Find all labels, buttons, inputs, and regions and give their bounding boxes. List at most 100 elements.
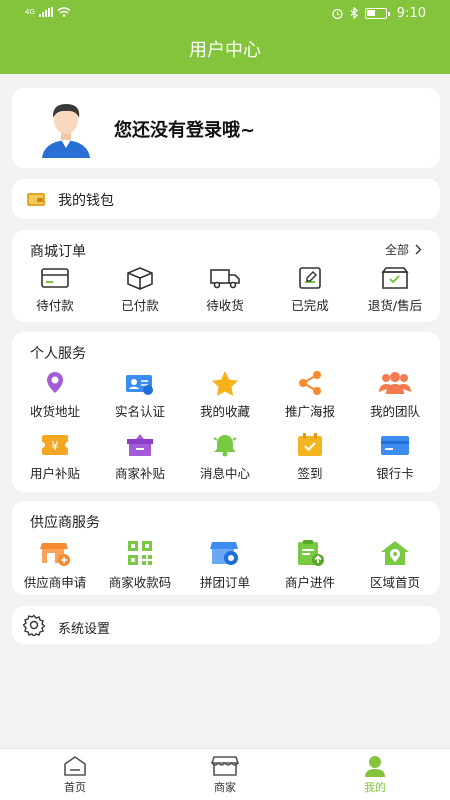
order-label: 待付款 (36, 298, 74, 313)
service-label: 我的团队 (369, 404, 420, 419)
service-checkin[interactable]: 签到 (267, 432, 353, 482)
wallet-icon (27, 193, 45, 206)
supplier-label: 供应商申请 (23, 575, 87, 590)
avatar (42, 104, 90, 158)
calendar-check-icon (298, 433, 322, 456)
services-title: 个人服务 (30, 346, 86, 362)
order-pending-payment[interactable]: 待付款 (12, 266, 98, 314)
battery-icon (364, 8, 390, 19)
order-to-receive[interactable]: 待收货 (182, 266, 268, 314)
wifi-icon (57, 7, 71, 17)
service-merchant-subsidy[interactable]: 商家补贴 (97, 432, 183, 482)
profile-card[interactable]: 您还没有登录哦~ (12, 88, 440, 168)
supplier-label: 商户进件 (284, 575, 335, 590)
tab-label: 商家 (214, 781, 236, 794)
chevron-right-icon (415, 244, 422, 255)
id-card-icon (126, 375, 153, 395)
order-label: 已付款 (121, 298, 159, 313)
edit-doc-icon (299, 267, 321, 289)
return-box-icon (381, 267, 409, 289)
bell-icon (213, 435, 237, 457)
user-icon (365, 756, 385, 777)
orders-card: 商城订单 全部 待付款 已付款 待收货 已完成 退货/售后 (12, 230, 440, 322)
orders-all-link[interactable]: 全部 (385, 241, 422, 258)
personal-services-card: 个人服务 收货地址 实名认证 我的收藏 推广海报 我的团队 ¥ 用户补贴 商家补… (12, 332, 440, 492)
service-favorites[interactable]: 我的收藏 (182, 370, 268, 420)
tab-home[interactable]: 首页 (35, 755, 115, 795)
supplier-payment-code[interactable]: 商家收款码 (97, 539, 183, 591)
wallet-label: 我的钱包 (58, 193, 114, 209)
order-label: 已完成 (291, 298, 329, 313)
supplier-label: 区域首页 (369, 575, 420, 590)
service-address[interactable]: 收货地址 (12, 370, 98, 420)
star-icon (212, 371, 238, 396)
shop-icon (211, 756, 239, 776)
supplier-region-home[interactable]: 区域首页 (352, 539, 438, 591)
truck-icon (210, 269, 240, 289)
bottom-tab-bar: 首页 商家 我的 (0, 748, 450, 800)
order-completed[interactable]: 已完成 (267, 266, 353, 314)
home-icon (64, 756, 86, 776)
tab-mine[interactable]: 我的 (335, 755, 415, 795)
page-title: 用户中心 (0, 28, 450, 74)
order-paid[interactable]: 已付款 (97, 266, 183, 314)
tab-label: 我的 (364, 781, 386, 794)
svg-text:¥: ¥ (51, 439, 59, 453)
order-label: 退货/售后 (367, 298, 423, 313)
alarm-icon (332, 8, 343, 20)
clock: 9:10 (396, 6, 426, 21)
service-label: 商家补贴 (114, 466, 165, 481)
bank-card-icon (381, 436, 409, 455)
service-bank-card[interactable]: 银行卡 (352, 432, 438, 482)
supplier-services-card: 供应商服务 供应商申请 商家收款码 拼团订单 商户进件 区域首页 (12, 501, 440, 595)
gift-icon (127, 434, 153, 456)
status-right: 9:10 (331, 6, 426, 21)
network-label: 4G (25, 8, 35, 16)
bluetooth-icon (350, 7, 358, 20)
group-store-icon (210, 542, 238, 565)
tab-merchant[interactable]: 商家 (185, 755, 265, 795)
supplier-apply[interactable]: 供应商申请 (12, 539, 98, 591)
wallet-card-icon (41, 268, 69, 288)
settings-label: 系统设置 (58, 622, 111, 637)
team-icon (379, 372, 411, 394)
settings-row[interactable]: 系统设置 (12, 606, 440, 644)
service-messages[interactable]: 消息中心 (182, 432, 268, 482)
wallet-row[interactable]: 我的钱包 (12, 179, 440, 219)
service-label: 用户补贴 (29, 466, 80, 481)
login-prompt[interactable]: 您还没有登录哦~ (114, 116, 255, 142)
signal-group: 4G (25, 7, 71, 17)
coupon-yen-icon: ¥ (40, 435, 70, 455)
home-pin-icon (381, 541, 409, 565)
service-label: 消息中心 (199, 466, 250, 481)
service-label: 签到 (297, 466, 323, 481)
service-real-name[interactable]: 实名认证 (97, 370, 183, 420)
gear-icon (23, 614, 45, 636)
service-label: 银行卡 (376, 466, 414, 481)
status-bar: 4G 9:10 (0, 0, 450, 28)
supplier-title: 供应商服务 (30, 515, 100, 531)
service-label: 实名认证 (114, 404, 165, 419)
tab-label: 首页 (64, 781, 86, 794)
box-icon (127, 267, 153, 290)
store-add-icon (40, 543, 70, 566)
service-team[interactable]: 我的团队 (352, 370, 438, 420)
service-label: 收货地址 (29, 404, 80, 419)
service-user-subsidy[interactable]: ¥ 用户补贴 (12, 432, 98, 482)
supplier-merchant-onboarding[interactable]: 商户进件 (267, 539, 353, 591)
service-label: 推广海报 (284, 404, 335, 419)
service-poster[interactable]: 推广海报 (267, 370, 353, 420)
order-returns[interactable]: 退货/售后 (352, 266, 438, 314)
orders-title: 商城订单 (30, 244, 86, 260)
orders-all-label: 全部 (384, 243, 409, 257)
qr-code-icon (128, 541, 152, 565)
supplier-label: 拼团订单 (199, 575, 250, 590)
signal-icon (38, 7, 53, 17)
clipboard-upload-icon (298, 540, 324, 566)
supplier-group-orders[interactable]: 拼团订单 (182, 539, 268, 591)
location-pin-icon (47, 372, 63, 393)
supplier-label: 商家收款码 (108, 575, 172, 590)
order-label: 待收货 (206, 298, 244, 313)
share-icon (299, 371, 321, 395)
service-label: 我的收藏 (199, 404, 250, 419)
